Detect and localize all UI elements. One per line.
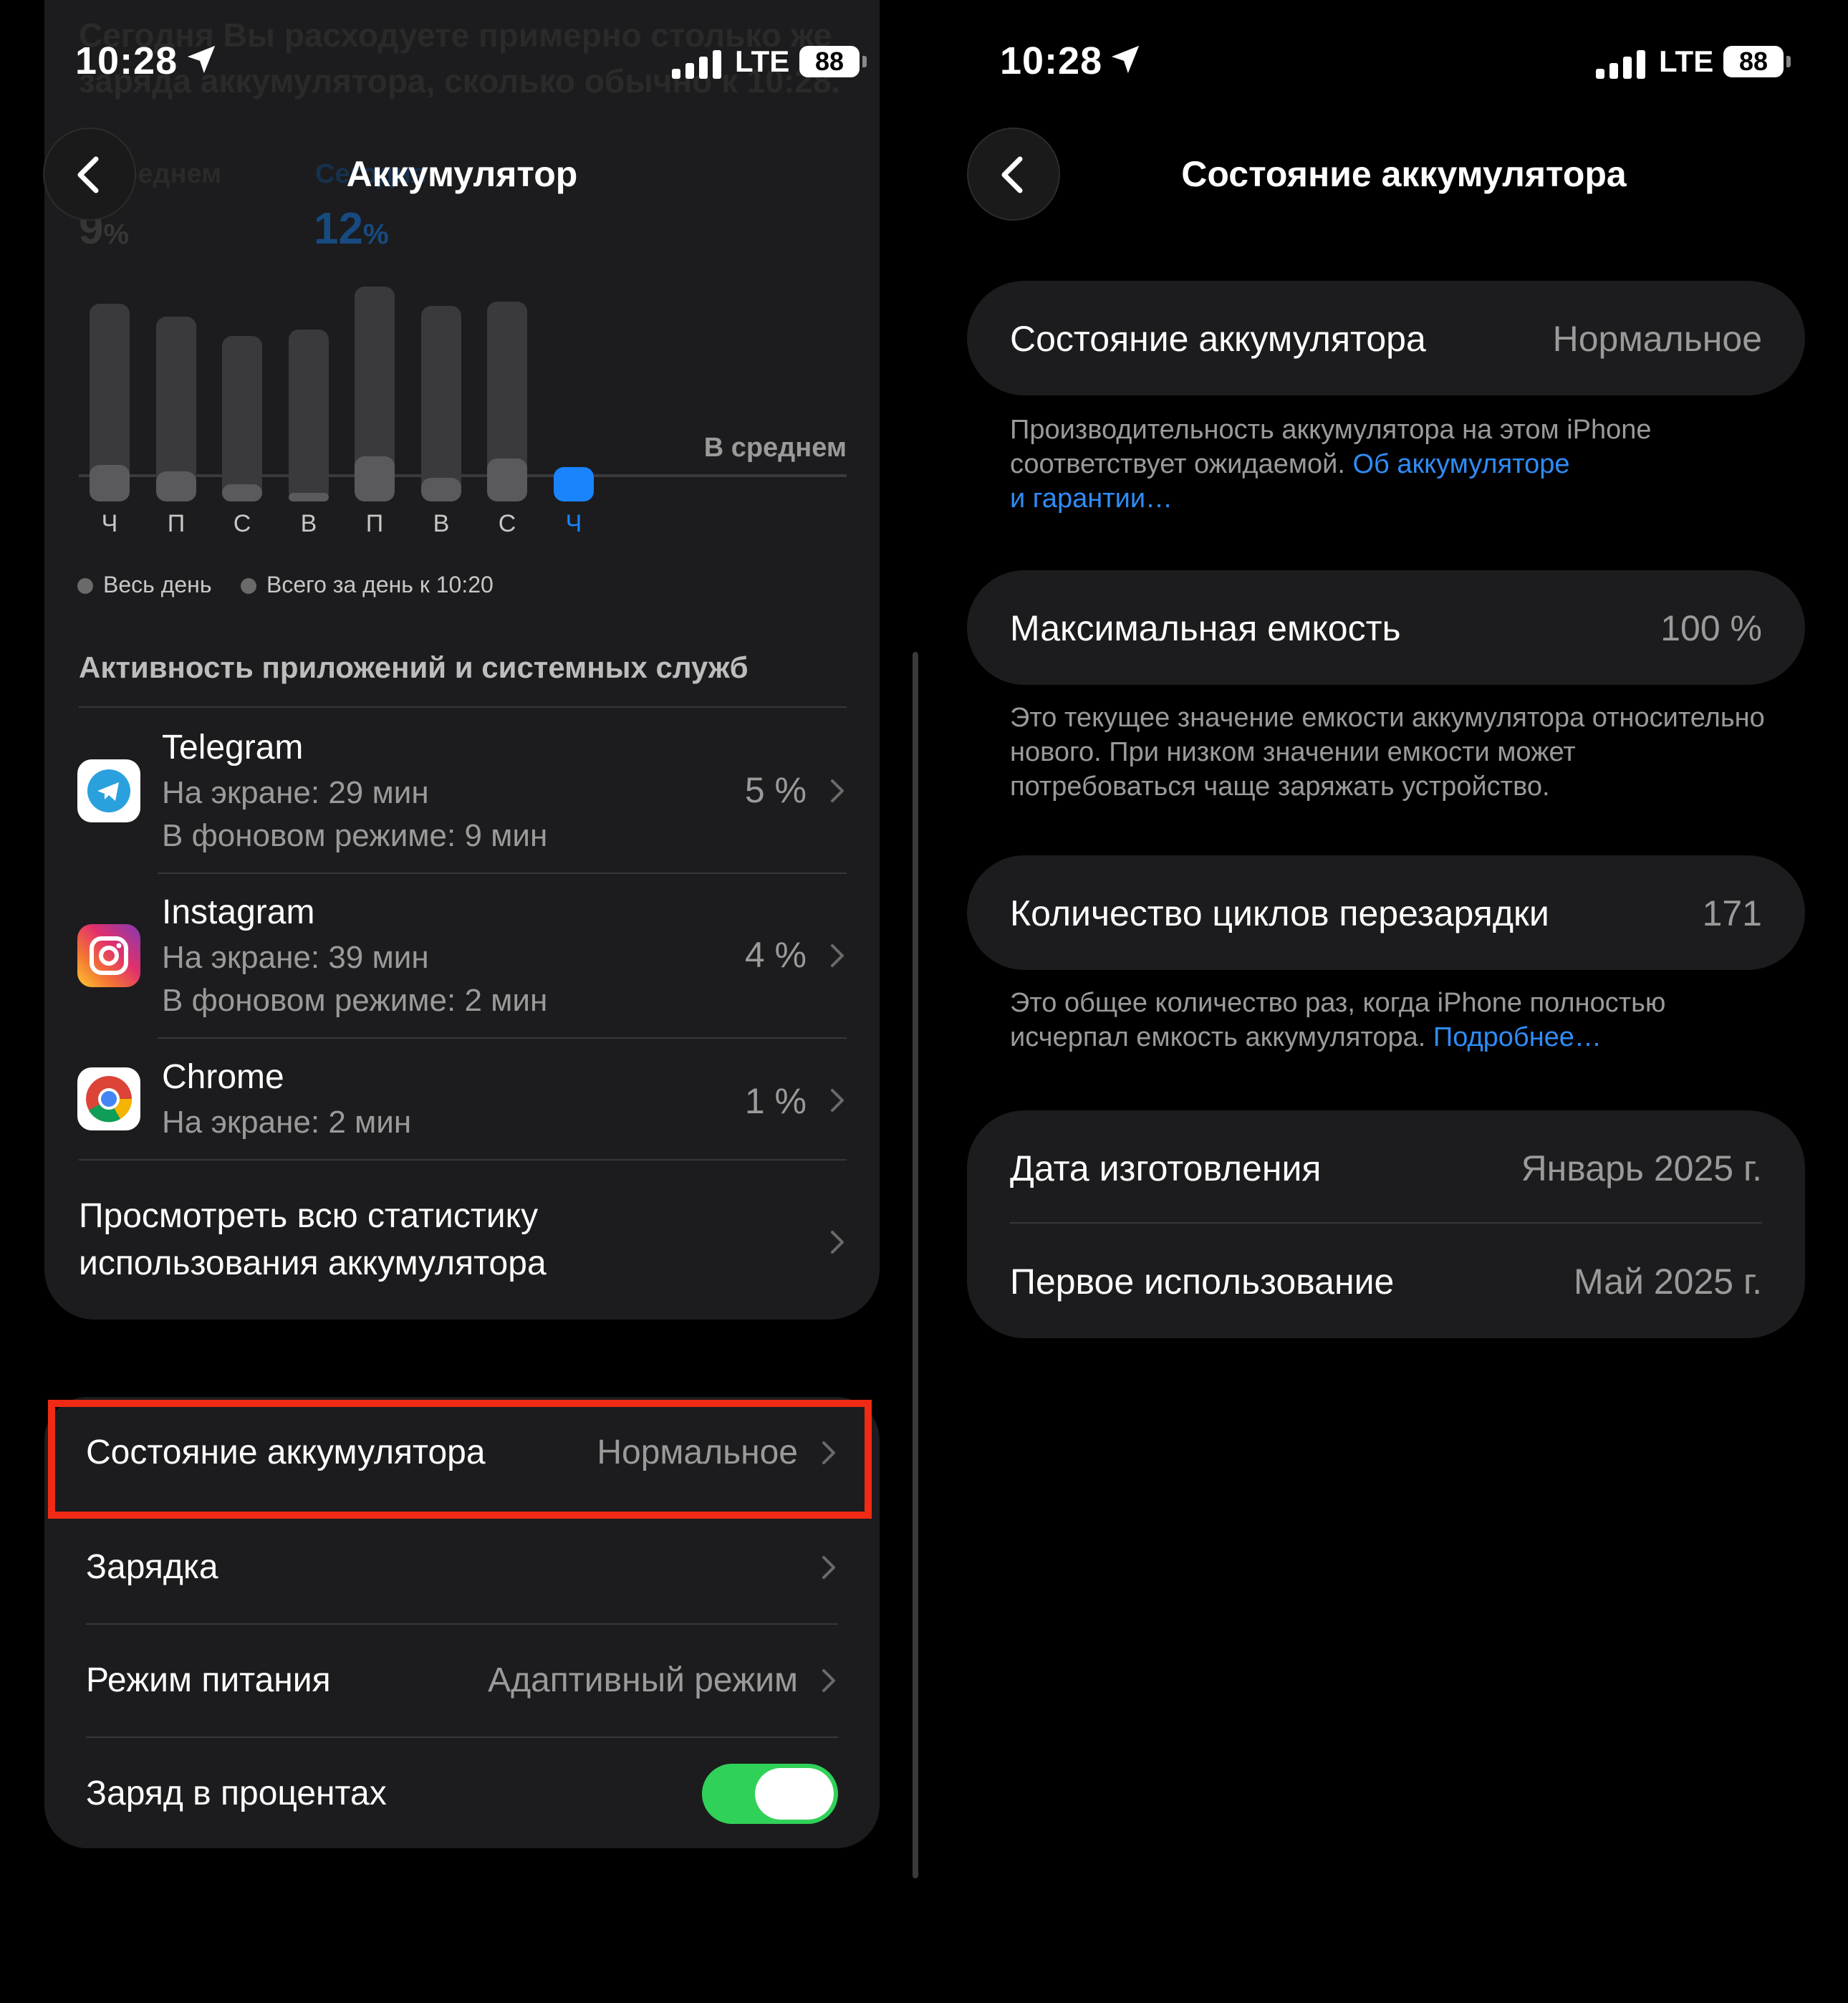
app-percent: 5 % xyxy=(744,770,807,810)
app-screen-time: На экране: 29 мин xyxy=(162,775,429,810)
dates-card xyxy=(967,1110,1805,1338)
status-time: 10:28 xyxy=(1000,39,1103,82)
chart-average-label: В среднем xyxy=(703,433,847,463)
chart-bar-total-by[interactable] xyxy=(156,471,196,501)
power-mode-value: Адаптивный режим xyxy=(488,1661,798,1699)
location-arrow-icon xyxy=(1111,45,1140,74)
app-screen-time: На экране: 39 мин xyxy=(162,940,429,975)
battery-tip xyxy=(862,56,867,67)
legend-total-by: Всего за день к 10:20 xyxy=(241,572,494,598)
back-button[interactable] xyxy=(967,128,1060,221)
chrome-icon xyxy=(77,1067,140,1130)
cellular-signal-icon xyxy=(1596,47,1646,79)
battery-screen: Сегодня Вы расходуете примерно столько ж… xyxy=(0,0,924,2003)
chart-bar-all-day[interactable] xyxy=(222,336,262,501)
chart-bar-total-by[interactable] xyxy=(421,478,461,501)
highlight-box xyxy=(48,1400,872,1519)
battery-percentage-label: Заряд в процентах xyxy=(86,1774,387,1812)
legend-all-day: Весь день xyxy=(77,572,212,598)
chevron-right-icon xyxy=(822,1669,835,1692)
app-name: Telegram xyxy=(162,729,304,767)
network-type: LTE xyxy=(735,44,790,78)
chart-day-label: С xyxy=(498,510,516,537)
status-time: 10:28 xyxy=(75,39,178,82)
battery-health-note: Производительность аккумулятора на этом … xyxy=(1010,415,1652,514)
chevron-right-icon xyxy=(831,1231,844,1254)
chart-day-label: В xyxy=(300,510,317,537)
chart-day-label: С xyxy=(233,510,251,537)
max-capacity-value: 100 % xyxy=(1660,608,1762,648)
view-all-line2: использования аккумулятора xyxy=(79,1244,547,1282)
divider xyxy=(1010,1222,1762,1224)
battery-icon: 88 xyxy=(1723,46,1784,77)
chevron-right-icon xyxy=(831,944,844,967)
battery-health-value: Нормальное xyxy=(1552,319,1762,359)
max-capacity-label: Максимальная емкость xyxy=(1010,608,1401,648)
app-screen-time: На экране: 2 мин xyxy=(162,1105,412,1140)
network-type: LTE xyxy=(1659,44,1714,78)
first-use-value: Май 2025 г. xyxy=(1574,1262,1762,1302)
battery-tip xyxy=(1786,56,1791,67)
location-arrow-icon xyxy=(187,45,216,74)
chevron-right-icon xyxy=(831,1089,844,1112)
cycle-count-value: 171 xyxy=(1702,893,1762,933)
chevron-right-icon xyxy=(822,1556,835,1579)
telegram-icon xyxy=(77,759,140,822)
back-button[interactable] xyxy=(43,128,136,221)
first-use-label: Первое использование xyxy=(1010,1262,1395,1302)
legend-dot xyxy=(77,578,93,594)
app-percent: 1 % xyxy=(744,1081,807,1121)
view-all-line1: Просмотреть всю статистику xyxy=(79,1197,539,1235)
chart-day-label: Ч xyxy=(565,510,582,537)
cycle-count-note: Это общее количество раз, когда iPhone п… xyxy=(1010,988,1666,1052)
chart-bar-total-by[interactable] xyxy=(487,458,527,501)
apps-section-header: Активность приложений и системных служб xyxy=(79,650,749,684)
scroll-indicator[interactable] xyxy=(913,652,918,1878)
max-capacity-note: Это текущее значение емкости аккумулятор… xyxy=(1010,703,1765,802)
chart-day-label: В xyxy=(433,510,450,537)
chart-bar-total-by[interactable] xyxy=(90,465,130,501)
instagram-icon xyxy=(77,924,140,987)
chevron-right-icon xyxy=(831,779,844,802)
app-background-time: В фоновом режиме: 9 мин xyxy=(162,818,548,853)
chart-day-label: Ч xyxy=(101,510,118,537)
divider xyxy=(86,1737,838,1738)
chart-day-label: П xyxy=(365,510,384,537)
manufacture-date-label: Дата изготовления xyxy=(1010,1148,1322,1188)
more-info-link[interactable]: Подробнее… xyxy=(1433,1022,1602,1052)
battery-health-screen: 10:28 LTE 88 Состояние аккумулятора Сост… xyxy=(924,0,1848,2003)
page-title: Состояние аккумулятора xyxy=(1181,154,1627,194)
chart-day-label: П xyxy=(167,510,186,537)
chart-bar-total-by[interactable] xyxy=(222,484,262,501)
manufacture-date-value: Январь 2025 г. xyxy=(1521,1148,1762,1188)
legend-dot xyxy=(241,578,256,594)
chart-bar-total-by[interactable] xyxy=(355,456,395,501)
chart-bar-today[interactable] xyxy=(554,467,594,501)
app-percent: 4 % xyxy=(744,935,807,975)
power-mode-label: Режим питания xyxy=(86,1661,331,1699)
battery-health-label: Состояние аккумулятора xyxy=(1010,319,1426,359)
app-name: Instagram xyxy=(162,893,315,931)
ghost-today-value: 12% xyxy=(314,204,389,254)
battery-icon: 88 xyxy=(799,46,860,77)
toggle-knob xyxy=(755,1768,834,1820)
battery-percentage-toggle[interactable] xyxy=(702,1764,838,1824)
app-name: Chrome xyxy=(162,1058,284,1096)
chart-bar-total-by[interactable] xyxy=(289,493,329,501)
cellular-signal-icon xyxy=(672,47,722,79)
charging-label: Зарядка xyxy=(86,1548,218,1586)
chart-bar-all-day[interactable] xyxy=(421,306,461,501)
chevron-left-icon xyxy=(1001,156,1023,193)
page-title: Аккумулятор xyxy=(346,154,578,194)
chart-bar-all-day[interactable] xyxy=(289,330,329,501)
chevron-left-icon xyxy=(77,156,99,193)
app-background-time: В фоновом режиме: 2 мин xyxy=(162,983,548,1018)
cycle-count-label: Количество циклов перезарядки xyxy=(1010,893,1549,933)
